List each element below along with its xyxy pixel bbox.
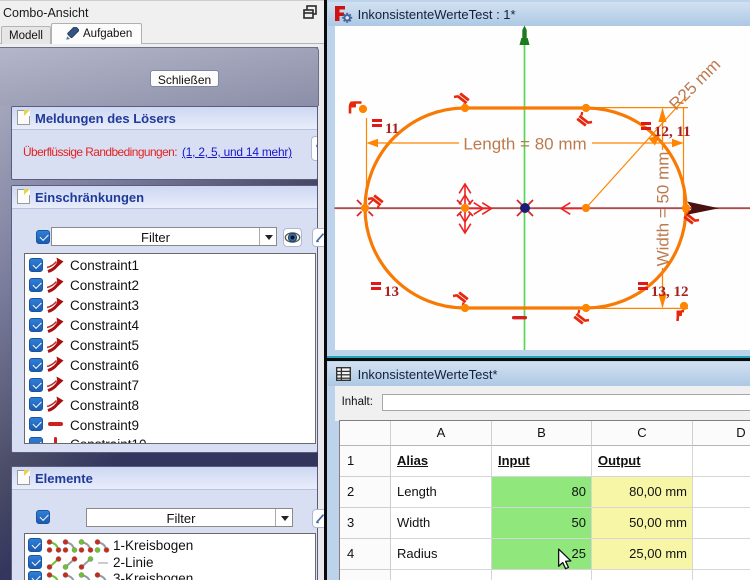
svg-text:12, 11: 12, 11 — [654, 124, 691, 140]
svg-text:13: 13 — [384, 284, 399, 300]
svg-text:Width = 50 mm: Width = 50 mm — [654, 152, 673, 267]
svg-text:13, 12: 13, 12 — [651, 284, 689, 300]
svg-text:Length = 80 mm: Length = 80 mm — [463, 135, 586, 154]
svg-text:R25 mm: R25 mm — [665, 55, 724, 114]
svg-text:11: 11 — [385, 121, 399, 137]
